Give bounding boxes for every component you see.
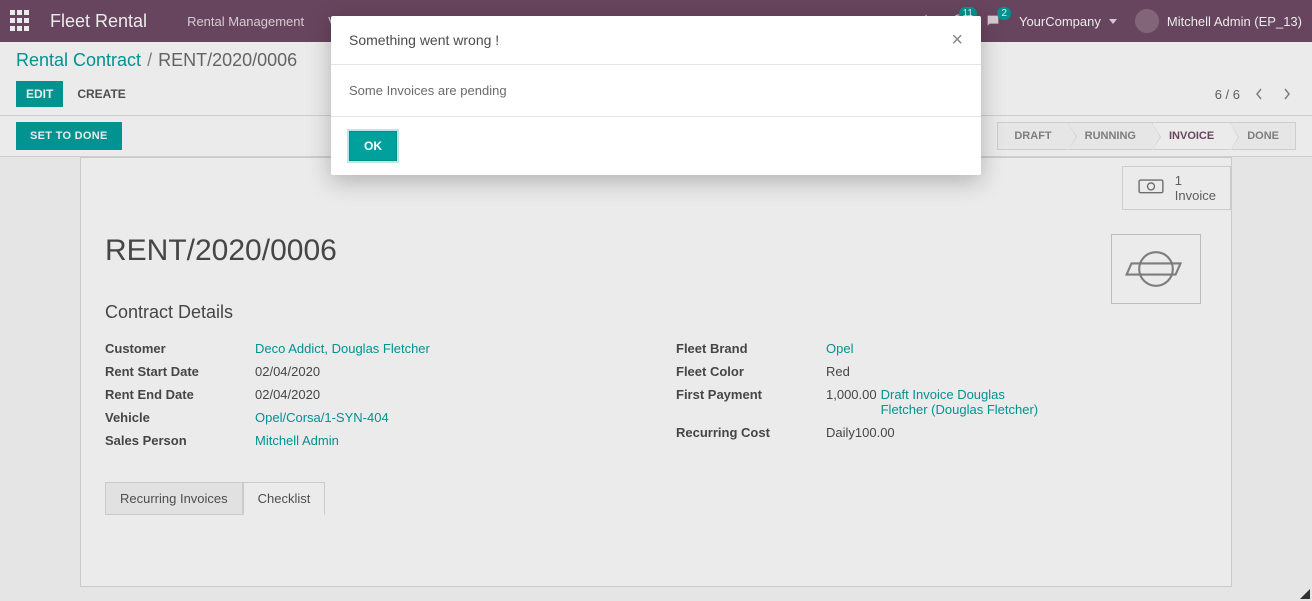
close-icon[interactable]: × bbox=[951, 30, 963, 50]
modal-overlay: Something went wrong ! × Some Invoices a… bbox=[0, 0, 1312, 601]
error-modal: Something went wrong ! × Some Invoices a… bbox=[331, 16, 981, 175]
modal-ok-button[interactable]: OK bbox=[349, 131, 397, 161]
modal-body: Some Invoices are pending bbox=[331, 65, 981, 116]
modal-title: Something went wrong ! bbox=[349, 32, 499, 48]
